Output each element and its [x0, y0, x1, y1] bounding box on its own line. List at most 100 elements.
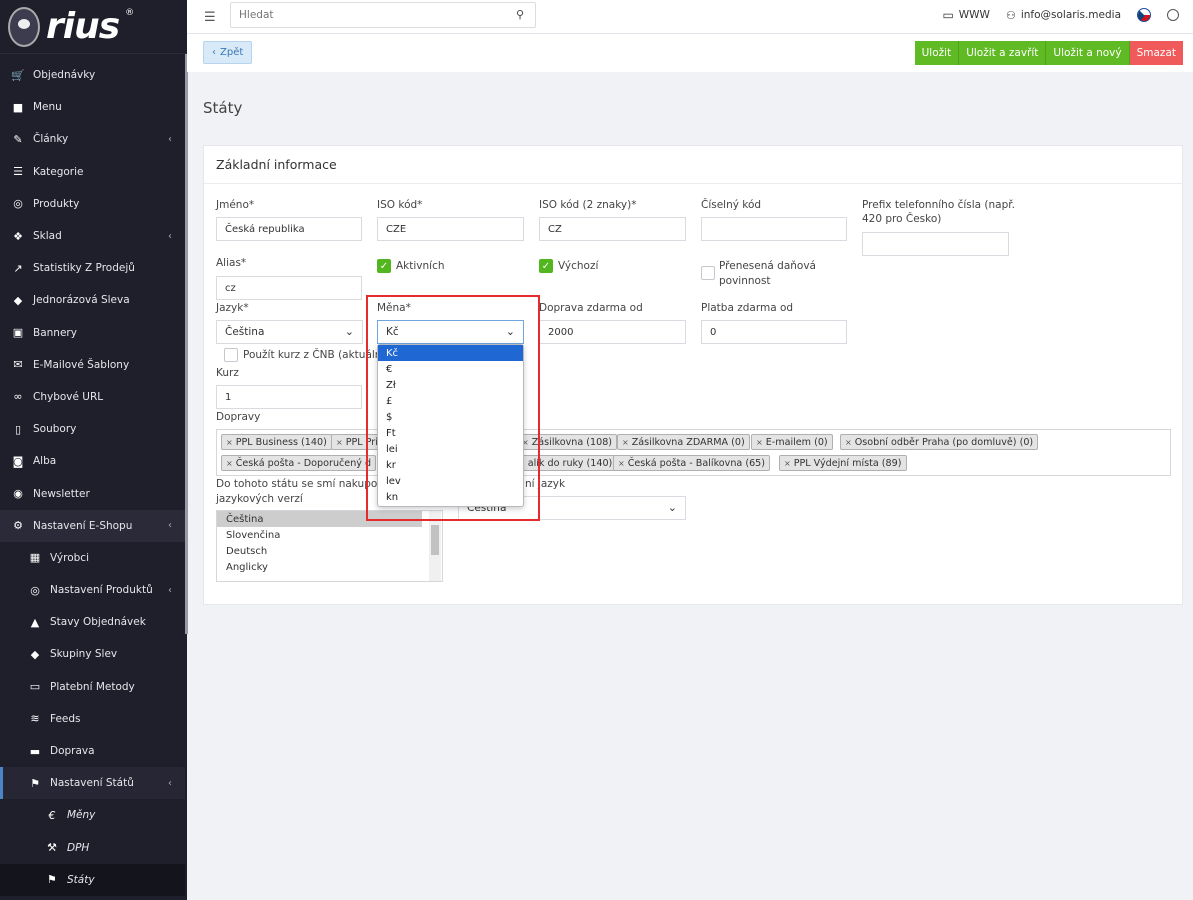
- shipping-multiselect[interactable]: × PPL Business (140) × PPL Priv × Zásilkovna …: [216, 429, 1171, 476]
- sidebar-item-3[interactable]: ✎ Články ‹: [0, 123, 185, 155]
- active-checkbox[interactable]: ✓: [377, 259, 391, 273]
- phone-prefix-label-2: 420 pro Česko): [862, 213, 942, 225]
- language-option[interactable]: Slovenčina: [217, 527, 442, 543]
- sidebar-item-22[interactable]: ▬ Doprava: [0, 735, 185, 767]
- sidebar-item-16[interactable]: ▦ Výrobci: [0, 542, 185, 574]
- building-icon: ▦: [29, 551, 41, 565]
- logo-text: rius: [46, 6, 120, 47]
- user-email: info@solaris.media: [1020, 9, 1121, 21]
- logo-registered-mark: ®: [125, 8, 135, 18]
- sidebar-item-6[interactable]: ❖ Sklad ‹: [0, 220, 185, 252]
- back-label: Zpět: [220, 47, 244, 58]
- sidebar-item-label: Feeds: [50, 712, 81, 725]
- iso2-label: ISO kód (2 znaky)*: [539, 199, 637, 211]
- shipping-tag-label: Česká pošta - Doporučený d: [235, 457, 372, 469]
- language-option[interactable]: Anglicky: [217, 559, 442, 575]
- language-select[interactable]: Čeština ⌄: [216, 320, 363, 344]
- save-close-button[interactable]: Uložit a zavřít: [959, 41, 1047, 65]
- sidebar-item-4[interactable]: ☰ Kategorie: [0, 156, 185, 188]
- shipping-tag[interactable]: × Zásilkovna ZDARMA (0): [617, 434, 750, 450]
- remove-tag-icon[interactable]: ×: [618, 459, 625, 468]
- sidebar-item-20[interactable]: ▭ Platební Metody: [0, 671, 185, 703]
- alias-input[interactable]: cz: [216, 276, 362, 300]
- sidebar-item-18[interactable]: ▲ Stavy Objednávek: [0, 606, 185, 638]
- save-new-button[interactable]: Uložit a nový: [1046, 41, 1130, 65]
- sidebar-scrollbar[interactable]: [185, 54, 188, 634]
- shipping-tag-label: Zásilkovna ZDARMA (0): [631, 436, 745, 448]
- sidebar-item-26[interactable]: ⚑ Státy: [0, 863, 185, 896]
- sidebar-item-label: Sklad: [33, 230, 62, 243]
- phone-prefix-input[interactable]: [862, 232, 1009, 256]
- remove-tag-icon[interactable]: ×: [622, 438, 629, 447]
- rate-input[interactable]: 1: [216, 385, 362, 409]
- sidebar-item-7[interactable]: ↗ Statistiky Z Prodejů: [0, 252, 185, 284]
- iso-input[interactable]: CZE: [377, 217, 524, 241]
- numeric-code-input[interactable]: [701, 217, 847, 241]
- sidebar-item-10[interactable]: ✉ E-Mailové Šablony: [0, 349, 185, 381]
- free-payment-input[interactable]: 0: [701, 320, 847, 344]
- shipping-tag[interactable]: × PPL Business (140): [221, 434, 332, 450]
- sidebar-item-11[interactable]: ∞ Chybové URL: [0, 381, 185, 413]
- search-icon[interactable]: ⚲: [516, 8, 524, 21]
- sidebar-item-2[interactable]: ■ Menu: [0, 91, 185, 123]
- sidebar-item-21[interactable]: ≋ Feeds: [0, 703, 185, 735]
- sidebar-item-25[interactable]: ⚒ DPH: [0, 832, 185, 864]
- sidebar-item-9[interactable]: ▣ Bannery: [0, 317, 185, 349]
- shipping-tag[interactable]: × PPL Výdejní místa (89): [779, 455, 907, 471]
- logo[interactable]: rius ®: [0, 0, 187, 54]
- remove-tag-icon[interactable]: ×: [756, 438, 763, 447]
- default-checkbox[interactable]: ✓: [539, 259, 553, 273]
- camera-icon: ◙: [12, 454, 24, 468]
- hamburger-icon[interactable]: ☰: [204, 10, 216, 25]
- name-input[interactable]: Česká republika: [216, 217, 362, 241]
- free-shipping-input[interactable]: 2000: [539, 320, 686, 344]
- dropbox-icon: ❖: [13, 229, 23, 243]
- sidebar-item-15[interactable]: ⚙ Nastavení E-Shopu ‹: [0, 509, 185, 542]
- save-button-group: Uložit Uložit a zavřít Uložit a nový Sma…: [914, 41, 1183, 65]
- www-link[interactable]: ▭ WWW: [942, 8, 990, 22]
- czech-flag-icon[interactable]: [1137, 8, 1151, 22]
- sidebar-item-label: Nastavení Produktů: [50, 584, 153, 597]
- sidebar-item-label: Jednorázová Sleva: [33, 294, 130, 307]
- save-button[interactable]: Uložit: [914, 41, 960, 65]
- shipping-tag[interactable]: × Osobní odběr Praha (po domluvě) (0): [840, 434, 1039, 450]
- remove-tag-icon[interactable]: ×: [226, 438, 233, 447]
- user-menu[interactable]: ⚇ info@solaris.media: [1006, 9, 1121, 22]
- sidebar-item-8[interactable]: ◆ Jednorázová Sleva: [0, 284, 185, 316]
- sidebar-item-12[interactable]: ▯ Soubory: [0, 413, 185, 445]
- remove-tag-icon[interactable]: ×: [784, 459, 791, 468]
- power-icon[interactable]: [1167, 9, 1179, 21]
- folder-icon: ■: [12, 100, 24, 114]
- sidebar-item-5[interactable]: ◎ Produkty: [0, 188, 185, 220]
- search-input[interactable]: [230, 2, 536, 28]
- action-bar: ‹ Zpět Uložit Uložit a zavřít Uložit a n…: [187, 34, 1193, 72]
- shipping-tag[interactable]: × Česká pošta - Doporučený d: [221, 455, 377, 471]
- sidebar-item-23[interactable]: ⚑ Nastavení Států ‹: [0, 767, 185, 800]
- highlight-box: [366, 295, 540, 521]
- back-button[interactable]: ‹ Zpět: [203, 41, 253, 64]
- sidebar-item-label: Statistiky Z Prodejů: [33, 262, 135, 275]
- reverse-charge-checkbox[interactable]: [701, 266, 715, 280]
- listbox-scroll-thumb[interactable]: [431, 525, 439, 555]
- file-icon: ▯: [14, 422, 22, 436]
- sidebar-item-19[interactable]: ◆ Skupiny Slev: [0, 638, 185, 670]
- sidebar-item-1[interactable]: 🛒 Objednávky: [0, 59, 185, 91]
- shipping-tag-label: Zásilkovna (108): [531, 436, 613, 448]
- chevron-down-icon: ⌄: [344, 325, 354, 338]
- remove-tag-icon[interactable]: ×: [336, 438, 343, 447]
- tags-icon: ◆: [30, 647, 40, 661]
- remove-tag-icon[interactable]: ×: [845, 438, 852, 447]
- sidebar-item-24[interactable]: € Měny: [0, 799, 185, 831]
- remove-tag-icon[interactable]: ×: [226, 459, 233, 468]
- iso2-input[interactable]: CZ: [539, 217, 686, 241]
- shipping-tag[interactable]: × E-mailem (0): [751, 434, 833, 450]
- phone-prefix-label-1: Prefix telefonního čísla (např.: [862, 199, 1015, 211]
- dribbble-icon: ◎: [13, 197, 23, 211]
- delete-button[interactable]: Smazat: [1129, 41, 1183, 65]
- language-option[interactable]: Deutsch: [217, 543, 442, 559]
- shipping-tag[interactable]: × Česká pošta - Balíkovna (65): [613, 455, 771, 471]
- sidebar-item-17[interactable]: ◎ Nastavení Produktů ‹: [0, 574, 185, 606]
- sidebar-item-13[interactable]: ◙ Alba: [0, 445, 185, 477]
- cnb-rate-checkbox[interactable]: [224, 348, 238, 362]
- sidebar-item-14[interactable]: ◉ Newsletter: [0, 477, 185, 509]
